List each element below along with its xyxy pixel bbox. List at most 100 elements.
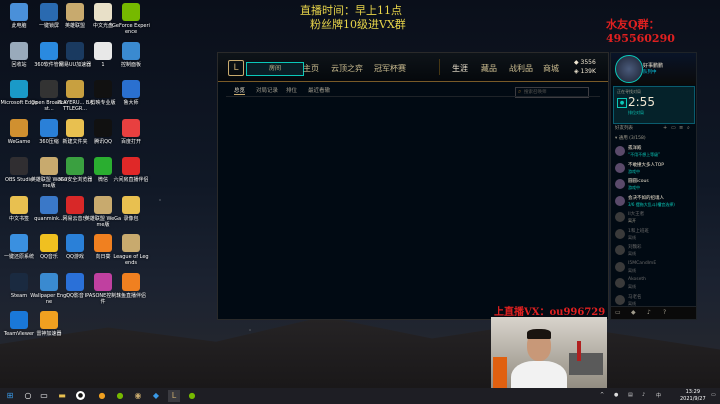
desktop-icon[interactable]: 雷神加速器 [30,310,68,350]
subtab-ranked[interactable]: 排位 [286,86,297,94]
volume-icon[interactable]: ♪ [642,392,645,398]
league-logo-icon[interactable]: L [228,60,244,76]
task-view-icon[interactable]: ▭ [38,390,50,402]
desktop-icon[interactable]: 六间房直播伴侣 [112,156,150,196]
app-icon [122,157,140,175]
friend-name: 1和上班班 [628,228,649,234]
friend-status: “不用不想上等级” [628,152,661,157]
friend-list-item[interactable]: II大王者 离开 [613,209,693,225]
desktop-icon[interactable]: GeForce Experience [112,2,150,42]
friend-list-item[interactable]: 孤洋殿 “不用不想上等级” [613,143,693,159]
app-icon [66,80,84,98]
nav-store[interactable]: 商城 [543,63,559,74]
friend-status: 离开 [628,218,636,223]
friend-list-item[interactable]: 刘魏彩 离线 [613,242,693,258]
mission-icon[interactable]: ◆ [631,309,636,316]
desktop-icon[interactable]: 百度打开 [112,118,150,158]
friend-status: 离线 [628,284,636,289]
desktop-icon[interactable]: 斗鱼直播伴侣 [112,272,150,312]
desktop-icon[interactable]: 鲁大师 [112,79,150,119]
friend-list-item[interactable]: 会决不如的招魂人 3/6 摆拖大乱斗(槽宫选择) [613,193,693,209]
profile-avatar[interactable] [615,55,643,83]
subtab-match-history[interactable]: 对局记录 [256,86,278,94]
taskbar-clock[interactable]: 13:29 2021/9/27 [680,389,706,403]
desktop-icon[interactable]: 录像包 [112,195,150,235]
notification-icon[interactable]: ▭ [711,392,716,398]
nav-profile[interactable]: 生涯 [452,63,468,74]
add-friend-icon[interactable]: + [663,125,667,131]
friend-avatar [615,195,625,206]
app-icon [10,3,28,21]
windows-start-icon[interactable]: ⊞ [4,390,16,402]
file-explorer-icon[interactable]: ▬ [56,390,68,402]
voice-icon[interactable]: ♪ [647,309,651,316]
nav-collection[interactable]: 藏品 [481,63,497,74]
search-friends-icon[interactable]: ⌕ [687,125,690,131]
app-icon [10,311,28,329]
profile-name: 好事鹏鹏 [643,63,664,69]
chat-icon[interactable]: ▭ [615,309,621,316]
friend-name: I5MCandlmE [628,260,657,266]
browser-taskbar-icon[interactable]: ◉ [132,390,144,402]
app-icon [10,195,28,214]
friend-list-item[interactable]: 不敢撞大多人TOP 游戏中 [613,160,693,176]
app-icon [122,195,140,214]
desktop-icon[interactable]: League of Legends [112,233,150,273]
network-icon[interactable]: ▤ [628,392,633,398]
taskbar: ⊞ ○ ▭ ▬ ● ● ● ◉ ◆ L ● ^ ● ▤ ♪ 中 13:29 20… [0,388,720,404]
app-icon [94,3,112,21]
folder-icon[interactable]: ▭ [671,125,676,131]
friend-list-item[interactable]: 1和上班班 离线 [613,226,693,242]
app-icon [10,41,28,60]
subtab-recent[interactable]: 最近看辙 [308,86,330,94]
app-icon [10,157,28,175]
tray-app-icon[interactable]: ● [614,392,618,398]
nav-tft[interactable]: 云顶之弈 [331,63,363,74]
app-icon [122,80,140,98]
profile-status: 队列中 [643,70,657,75]
help-icon[interactable]: ? [663,309,666,316]
friend-list-item[interactable]: 圆圆icous 游戏中 [613,176,693,192]
nav-clash[interactable]: 冠军杯赛 [374,63,406,74]
geforce-taskbar-icon[interactable]: ● [186,390,198,402]
queue-mode: 排位对局 [628,110,644,115]
obs-taskbar-icon[interactable]: ● [76,391,85,400]
desktop-icon-label: 雷神加速器 [36,331,62,337]
friend-name: Akoseth [628,277,647,282]
friend-avatar [615,212,625,222]
friend-name: 圆圆icous [628,179,649,184]
app-icon [122,41,140,60]
wegame-taskbar-icon[interactable]: ● [96,390,108,402]
taskbar-time: 13:29 [685,389,701,395]
friend-status: 离线 [628,251,636,256]
friend-avatar [615,179,625,189]
desktop-icon-label: GeForce Experience [112,23,150,35]
sort-icon[interactable]: ≡ [679,125,683,131]
play-button[interactable]: 房间 [246,62,304,76]
league-taskbar-icon[interactable]: L [168,390,180,402]
desktop-icon[interactable]: 控制面板 [112,41,150,81]
friend-avatar [615,294,625,305]
friend-list-item[interactable]: Akoseth 离线 [613,275,693,291]
fan-badge-text: 粉丝牌10级进VX群 [310,18,406,31]
app-icon [122,118,140,137]
app-taskbar-icon[interactable]: ● [114,390,126,402]
league-client-window: L 房间 主页 云顶之弈 冠军杯赛 生涯 藏品 战利品 商城 ◆ 3556 ◈ … [217,52,609,320]
app-icon [94,80,112,98]
app-icon [122,272,140,291]
subtab-overview[interactable]: 总览 [234,86,246,95]
desktop-icon-label: 百度打开 [120,138,141,145]
app-icon [66,41,84,60]
friend-avatar [615,146,625,156]
nav-loot[interactable]: 战利品 [509,63,533,74]
app-icon [94,195,112,214]
friend-list-item[interactable]: I5MCandlmE 离线 [613,259,693,275]
friend-group-header[interactable]: ▾ 通用 (3/158) [615,135,646,141]
friend-status: 离线 [628,234,636,240]
search-icon[interactable]: ○ [22,390,34,402]
nav-home[interactable]: 主页 [303,63,319,74]
microphone-icon[interactable]: ● [617,98,627,108]
tray-expand-icon[interactable]: ^ [600,392,604,398]
qq-taskbar-icon[interactable]: ◆ [150,390,162,402]
ime-icon[interactable]: 中 [656,392,661,399]
